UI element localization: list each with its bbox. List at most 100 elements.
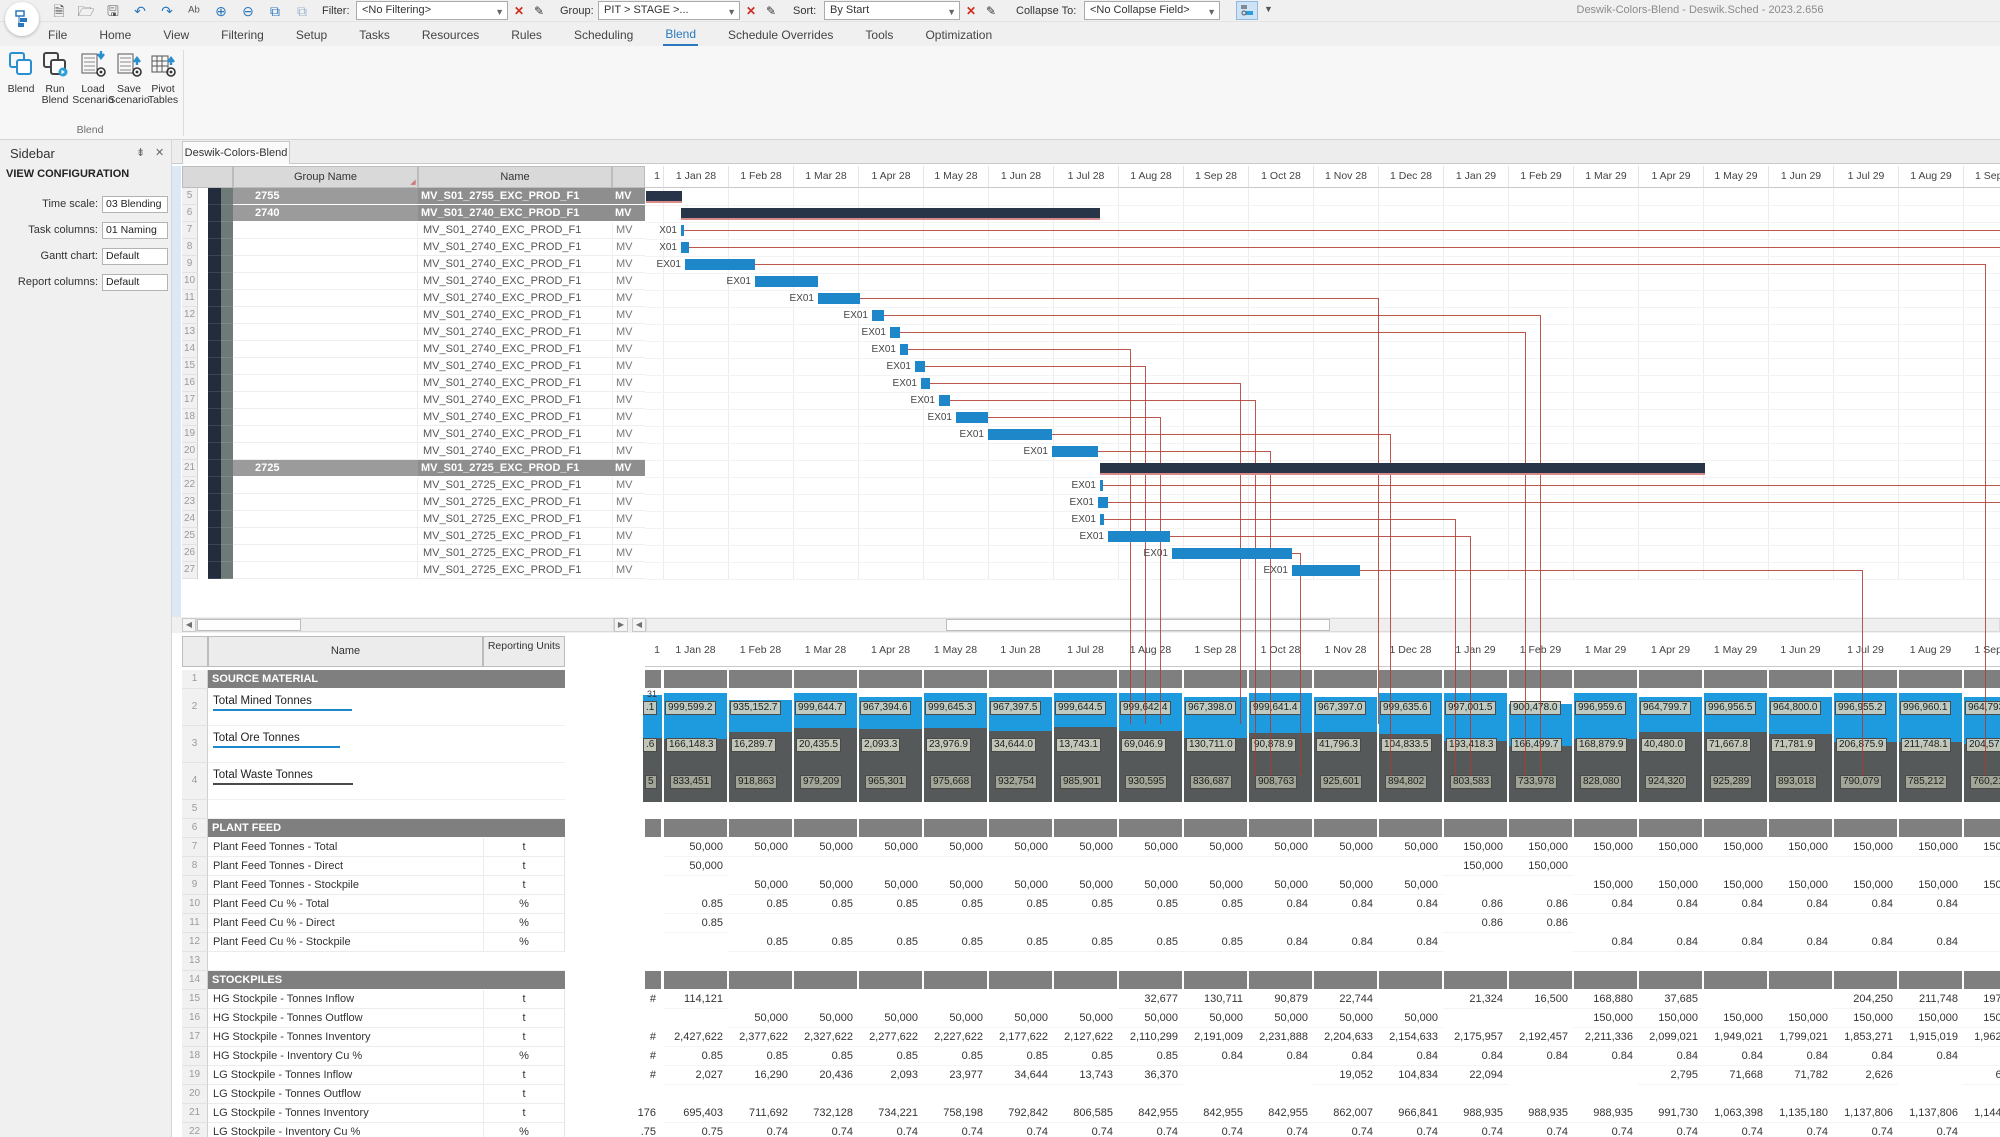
chevron-down-icon[interactable]: ▼ — [947, 4, 956, 19]
task-name-cell[interactable]: MV_S01_2740_EXC_PROD_F1 — [418, 239, 612, 256]
task-name-cell[interactable]: MV_S01_2740_EXC_PROD_F1 — [418, 256, 612, 273]
task-name-cell[interactable]: MV_S01_2740_EXC_PROD_F1 — [418, 273, 612, 290]
ribbon-tab-resources[interactable]: Resources — [420, 25, 481, 45]
task-name-cell[interactable]: MV_S01_2740_EXC_PROD_F1 — [418, 392, 612, 409]
gantt-task-bar[interactable] — [1172, 548, 1292, 559]
task-name-cell[interactable]: MV_S01_2725_EXC_PROD_F1 — [418, 494, 612, 511]
gantt-task-bar[interactable] — [1100, 514, 1104, 525]
ribbon-tab-view[interactable]: View — [161, 25, 191, 45]
sidebar-field-ganttchart[interactable]: Default — [102, 248, 168, 265]
filter-clear-icon[interactable]: ✕ — [514, 1, 524, 21]
rename-icon[interactable]: ᴬᵇ — [183, 1, 205, 21]
sort-edit-icon[interactable]: ✎ — [986, 1, 996, 21]
gantt-hscroll-thumb[interactable] — [946, 619, 1330, 631]
gantt-task-bar[interactable] — [755, 276, 818, 287]
sort-combo[interactable]: By Start ▼ — [824, 1, 960, 20]
gantt-task-bar[interactable] — [685, 259, 755, 270]
report-legend-link[interactable]: Total Ore Tonnes — [213, 732, 340, 748]
gantt-task-bar[interactable] — [1098, 497, 1108, 508]
group-edit-icon[interactable]: ✎ — [766, 1, 776, 21]
gantt-task-bar[interactable] — [1100, 480, 1103, 491]
task-name-cell[interactable]: MV_S01_2740_EXC_PROD_F1 — [418, 324, 612, 341]
redo-icon[interactable]: ↷ — [156, 1, 178, 21]
link-icon[interactable]: ⧉ — [264, 1, 286, 21]
sort-clear-icon[interactable]: ✕ — [966, 1, 976, 21]
gantt-group-name-header[interactable]: Group Name ◢ — [233, 166, 418, 188]
task-name-cell[interactable]: MV_S01_2740_EXC_PROD_F1 — [418, 290, 612, 307]
ribbon-tab-optimization[interactable]: Optimization — [923, 25, 994, 45]
task-name-cell[interactable]: MV_S01_2740_EXC_PROD_F1 — [418, 409, 612, 426]
task-name-cell[interactable]: MV_S01_2740_EXC_PROD_F1 — [418, 205, 612, 222]
gantt-name-header[interactable]: Name — [418, 166, 612, 188]
task-name-cell[interactable]: MV_S01_2740_EXC_PROD_F1 — [418, 222, 612, 239]
close-icon[interactable]: ✕ — [155, 146, 164, 159]
report-legend-link[interactable]: Total Mined Tonnes — [213, 695, 352, 711]
table-hscroll-right-button[interactable]: ▶ — [614, 618, 628, 632]
ribbon-tab-schedule-overrides[interactable]: Schedule Overrides — [726, 25, 835, 45]
gantt-task-bar[interactable] — [872, 310, 884, 321]
task-name-cell[interactable]: MV_S01_2740_EXC_PROD_F1 — [418, 341, 612, 358]
collapse-to-combo[interactable]: <No Collapse Field> ▼ — [1084, 1, 1220, 20]
task-name-cell[interactable]: MV_S01_2755_EXC_PROD_F1 — [418, 188, 612, 205]
report-legend-link[interactable]: Total Waste Tonnes — [213, 769, 353, 785]
filter-combo[interactable]: <No Filtering> ▼ — [356, 1, 508, 20]
gantt-task-bar[interactable] — [1108, 531, 1170, 542]
task-name-cell[interactable]: MV_S01_2740_EXC_PROD_F1 — [418, 375, 612, 392]
ribbon-tab-setup[interactable]: Setup — [294, 25, 329, 45]
task-name-cell[interactable]: MV_S01_2725_EXC_PROD_F1 — [418, 528, 612, 545]
gantt-task-bar[interactable] — [900, 344, 908, 355]
zoom-in-icon[interactable]: ⊕ — [210, 1, 232, 21]
gantt-task-bar[interactable] — [956, 412, 988, 423]
gantt-task-bar[interactable] — [1292, 565, 1360, 576]
ribbon-tab-scheduling[interactable]: Scheduling — [572, 25, 635, 45]
pivot-button[interactable]: Pivot Tables — [146, 50, 180, 122]
task-name-cell[interactable]: MV_S01_2740_EXC_PROD_F1 — [418, 307, 612, 324]
gantt-summary-bar[interactable] — [681, 208, 1100, 218]
undo-icon[interactable]: ↶ — [129, 1, 151, 21]
task-name-cell[interactable]: MV_S01_2725_EXC_PROD_F1 — [418, 477, 612, 494]
task-name-cell[interactable]: MV_S01_2740_EXC_PROD_F1 — [418, 426, 612, 443]
group-clear-icon[interactable]: ✕ — [746, 1, 756, 21]
task-name-cell[interactable]: MV_S01_2725_EXC_PROD_F1 — [418, 562, 612, 579]
gantt-task-bar[interactable] — [939, 395, 950, 406]
gantt-task-bar[interactable] — [681, 242, 689, 253]
sidebar-field-timescale[interactable]: 03 Blending — [102, 196, 168, 213]
ribbon-tab-home[interactable]: Home — [97, 25, 133, 45]
gantt-task-bar[interactable] — [915, 361, 925, 372]
chevron-down-icon[interactable]: ▼ — [1207, 4, 1216, 19]
table-hscroll-left-button[interactable]: ◀ — [182, 618, 196, 632]
sidebar-field-reportcolumns[interactable]: Default — [102, 274, 168, 291]
ribbon-tab-file[interactable]: File — [46, 25, 69, 45]
table-hscroll-thumb[interactable] — [197, 619, 301, 631]
gantt-task-bar[interactable] — [681, 225, 684, 236]
broken-link-icon[interactable]: ⧉ — [291, 1, 313, 21]
group-name-cell[interactable]: 2755 — [233, 188, 418, 205]
gantt-summary-bar[interactable] — [1100, 463, 1705, 473]
doc-tab[interactable]: Deswik-Colors-Blend — [182, 141, 290, 164]
chevron-down-icon[interactable]: ▼ — [727, 4, 736, 19]
run-blend-button[interactable]: Run Blend — [38, 50, 72, 122]
open-icon[interactable]: 🗁 — [75, 1, 97, 21]
task-name-cell[interactable]: MV_S01_2740_EXC_PROD_F1 — [418, 443, 612, 460]
chevron-down-icon[interactable]: ▼ — [1264, 4, 1273, 14]
filter-edit-icon[interactable]: ✎ — [534, 1, 544, 21]
ribbon-tab-rules[interactable]: Rules — [509, 25, 544, 45]
task-name-cell[interactable]: MV_S01_2725_EXC_PROD_F1 — [418, 545, 612, 562]
task-name-cell[interactable]: MV_S01_2725_EXC_PROD_F1 — [418, 511, 612, 528]
task-name-cell[interactable]: MV_S01_2725_EXC_PROD_F1 — [418, 460, 612, 477]
task-name-cell[interactable]: MV_S01_2740_EXC_PROD_F1 — [418, 358, 612, 375]
zoom-out-icon[interactable]: ⊖ — [237, 1, 259, 21]
color-task-bars-button[interactable] — [1236, 1, 1258, 20]
pin-icon[interactable]: ⇟ — [136, 146, 145, 159]
ribbon-tab-blend[interactable]: Blend — [663, 24, 699, 46]
gantt-task-bar[interactable] — [921, 378, 930, 389]
report-units-header[interactable]: Reporting Units — [483, 636, 565, 667]
gantt-task-bar[interactable] — [890, 327, 900, 338]
chevron-down-icon[interactable]: ▼ — [495, 4, 504, 19]
gantt-task-bar[interactable] — [818, 293, 860, 304]
group-combo[interactable]: PIT > STAGE >... ▼ — [598, 1, 740, 20]
gantt-task-bar[interactable] — [988, 429, 1052, 440]
group-name-cell[interactable]: 2725 — [233, 460, 418, 477]
report-name-header[interactable]: Name — [208, 636, 483, 667]
gantt-task-bar[interactable] — [1052, 446, 1098, 457]
